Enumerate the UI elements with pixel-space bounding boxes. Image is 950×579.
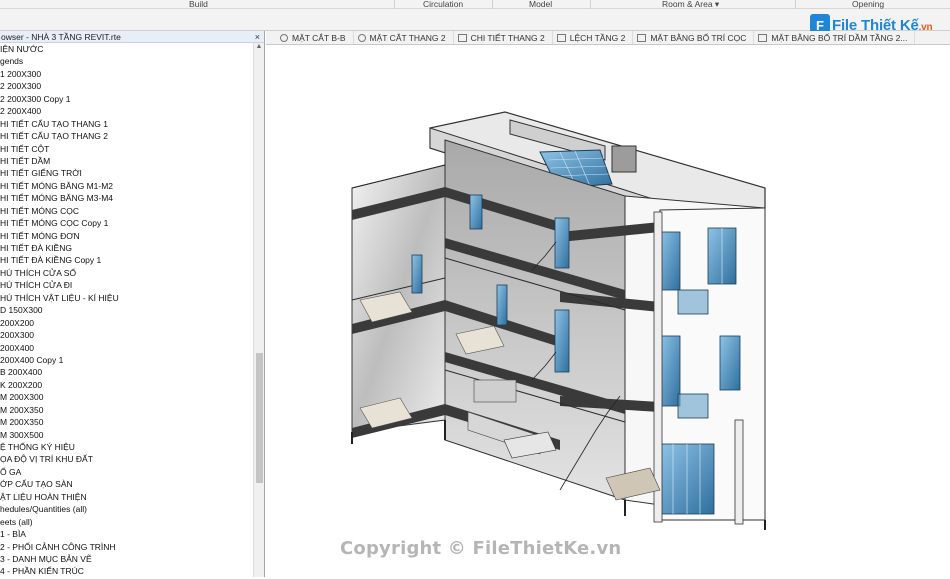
scroll-up-icon[interactable]: ▲ xyxy=(254,43,264,53)
building-3d-section xyxy=(351,111,766,530)
scrollbar-thumb[interactable] xyxy=(256,353,263,483)
ribbon-group-circulation[interactable]: Circulation xyxy=(423,0,463,9)
browser-tree-item[interactable]: 200X400 xyxy=(0,342,264,354)
3d-view-canvas[interactable] xyxy=(266,46,950,577)
browser-tree-item[interactable]: HI TIẾT CẤU TẠO THANG 2 xyxy=(0,130,264,142)
browser-tree-item[interactable]: 2 - PHỐI CẢNH CÔNG TRÌNH xyxy=(0,541,264,553)
browser-tree-item[interactable]: hedules/Quantities (all) xyxy=(0,503,264,515)
browser-tree-item[interactable]: D 150X300 xyxy=(0,304,264,316)
project-browser-title: owser - NHÀ 3 TẦNG REVIT.rte × xyxy=(0,31,264,43)
browser-tree-item[interactable]: ỌA ĐỘ VỊ TRÍ KHU ĐẤT xyxy=(0,453,264,465)
view-tab-label: MẶT BẰNG BỐ TRÍ CỌC xyxy=(650,33,747,43)
view-tab-label: MẶT CẮT THANG 2 xyxy=(369,33,446,43)
browser-tree-item[interactable]: ẬT LIỆU HOÀN THIỆN xyxy=(0,491,264,503)
browser-tree-item[interactable]: Ố GA xyxy=(0,466,264,478)
browser-tree-item[interactable]: 2 200X400 xyxy=(0,105,264,117)
browser-tree-item[interactable]: HÚ THÍCH CỬA SỔ xyxy=(0,267,264,279)
browser-tree-item[interactable]: 1 200X300 xyxy=(0,68,264,80)
ribbon-separator xyxy=(394,0,395,9)
browser-tree-item[interactable]: 3 - DANH MỤC BẢN VẼ xyxy=(0,553,264,565)
browser-tree-item[interactable]: 200X300 xyxy=(0,329,264,341)
ribbon: Build Circulation Model Room & Area ▾ Op… xyxy=(0,0,950,31)
section-view-icon xyxy=(280,34,288,42)
water-tank xyxy=(611,145,637,173)
browser-tree-item[interactable]: IỆN NƯỚC xyxy=(0,43,264,55)
ribbon-separator xyxy=(590,0,591,9)
copyright-watermark: Copyright © FileThietKe.vn xyxy=(340,538,622,559)
browser-tree-item[interactable]: K 200X200 xyxy=(0,379,264,391)
browser-tree-item[interactable]: Ệ THỐNG KÝ HIỆU xyxy=(0,441,264,453)
view-tab[interactable]: MẶT BẰNG BỐ TRÍ CỌC xyxy=(633,31,755,44)
view-tab[interactable]: MẶT CẮT THANG 2 xyxy=(354,31,454,44)
browser-tree-item[interactable]: HI TIẾT MÓNG BĂNG M1-M2 xyxy=(0,180,264,192)
plan-view-icon xyxy=(556,34,566,42)
browser-tree-item[interactable]: HI TIẾT CẤU TẠO THANG 1 xyxy=(0,118,264,130)
browser-tree-item[interactable]: 200X400 Copy 1 xyxy=(0,354,264,366)
browser-tree-item[interactable]: 2 200X300 xyxy=(0,80,264,92)
view-tab-label: MẶT BẰNG BỐ TRÍ DẦM TẦNG 2... xyxy=(771,33,908,43)
project-browser-scrollbar[interactable]: ▲ xyxy=(253,43,264,577)
browser-tree-item[interactable]: M 300X500 xyxy=(0,429,264,441)
view-tab[interactable]: CHI TIẾT THANG 2 xyxy=(454,31,553,44)
view-tab[interactable]: MẶT CẮT B-B xyxy=(276,31,354,44)
browser-tree-item[interactable]: eets (all) xyxy=(0,516,264,528)
view-tab[interactable]: LỆCH TẦNG 2 xyxy=(553,31,634,44)
ribbon-panel-labels: Build Circulation Model Room & Area ▾ Op… xyxy=(0,0,950,9)
browser-tree-item[interactable]: 200X200 xyxy=(0,317,264,329)
browser-tree-item[interactable]: M 200X350 xyxy=(0,416,264,428)
browser-tree-item[interactable]: gends xyxy=(0,55,264,67)
project-browser: owser - NHÀ 3 TẦNG REVIT.rte × IỆN NƯỚC g… xyxy=(0,31,265,577)
browser-tree-item[interactable]: 4 - PHẦN KIẾN TRÚC xyxy=(0,565,264,577)
view-tab-label: CHI TIẾT THANG 2 xyxy=(470,33,545,43)
plan-view-icon xyxy=(457,34,467,42)
ribbon-group-room-area[interactable]: Room & Area ▾ xyxy=(662,0,719,10)
browser-tree-item[interactable]: HI TIẾT GIẾNG TRỜI xyxy=(0,167,264,179)
browser-tree-item[interactable]: HI TIẾT MÓNG BĂNG M3-M4 xyxy=(0,192,264,204)
browser-tree-item[interactable]: B 200X400 xyxy=(0,366,264,378)
browser-tree-item[interactable]: 2 200X300 Copy 1 xyxy=(0,93,264,105)
browser-tree-item[interactable]: M 200X350 xyxy=(0,404,264,416)
plan-view-icon xyxy=(758,34,768,42)
section-view-icon xyxy=(357,34,366,42)
plan-view-icon xyxy=(637,34,647,42)
browser-tree-item[interactable]: HI TIẾT ĐÀ KIỀNG xyxy=(0,242,264,254)
browser-tree-item[interactable]: ỚP CẤU TẠO SÀN xyxy=(0,478,264,490)
tab-scroll-icon[interactable] xyxy=(266,31,276,44)
ribbon-group-opening[interactable]: Opening xyxy=(852,0,884,9)
browser-tree-item[interactable]: HÚ THÍCH VẬT LIỆU - KÍ HIỆU xyxy=(0,292,264,304)
view-tab[interactable]: MẶT BẰNG BỐ TRÍ DẦM TẦNG 2... xyxy=(754,31,916,44)
ribbon-group-model[interactable]: Model xyxy=(529,0,552,9)
ribbon-group-build[interactable]: Build xyxy=(189,0,208,9)
browser-tree-item[interactable]: HI TIẾT DẦM xyxy=(0,155,264,167)
view-tabs: MẶT CẮT B-B MẶT CẮT THANG 2 CHI TIẾT THANG… xyxy=(266,31,950,45)
browser-tree-item[interactable]: 1 - BÌA xyxy=(0,528,264,540)
close-icon[interactable]: × xyxy=(255,31,260,43)
browser-tree-item[interactable]: HÚ THÍCH CỬA ĐI xyxy=(0,279,264,291)
browser-tree-item[interactable]: HI TIẾT ĐÀ KIỀNG Copy 1 xyxy=(0,254,264,266)
ribbon-separator xyxy=(795,0,796,9)
browser-tree-item[interactable]: HI TIẾT MÓNG CỌC Copy 1 xyxy=(0,217,264,229)
view-tab-label: LỆCH TẦNG 2 xyxy=(569,33,626,43)
project-browser-tree: IỆN NƯỚC gends 1 200X300 2 200X300 2 200X300… xyxy=(0,43,264,578)
ribbon-separator xyxy=(492,0,493,9)
browser-tree-item[interactable]: M 200X300 xyxy=(0,391,264,403)
browser-tree-item[interactable]: HI TIẾT MÓNG ĐƠN xyxy=(0,230,264,242)
view-tab-label: MẶT CẮT B-B xyxy=(292,33,346,43)
browser-tree-item[interactable]: HI TIẾT MÓNG CỌC xyxy=(0,205,264,217)
browser-tree-item[interactable]: HI TIẾT CỘT xyxy=(0,143,264,155)
project-browser-title-text: owser - NHÀ 3 TẦNG REVIT.rte xyxy=(1,32,121,42)
